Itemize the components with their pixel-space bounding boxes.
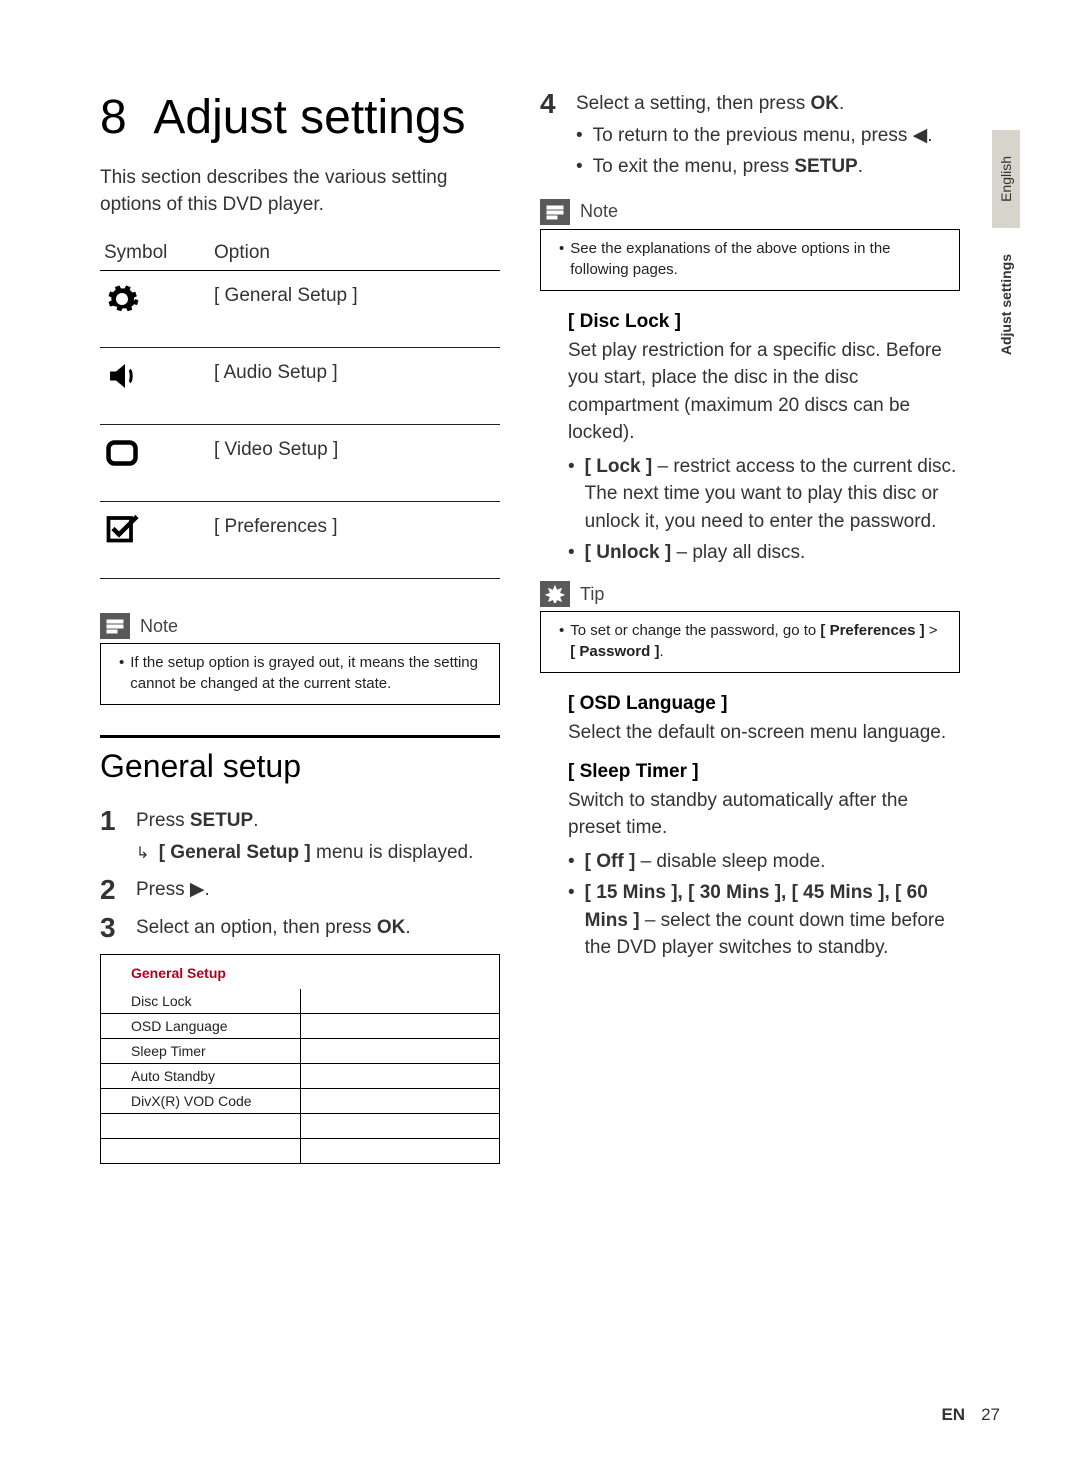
footer-lang: EN [941,1405,965,1424]
menu-screenshot: General Setup Disc Lock OSD Language Sle… [100,954,500,1164]
screen-icon [104,455,140,476]
menu-item: DivX(R) VOD Code [101,1089,300,1114]
table-row: [ Preferences ] [100,502,500,579]
speaker-icon [104,378,140,399]
tip-bold: [ Preferences ] [820,622,924,639]
note-label: Note [580,201,618,222]
option-cell: [ Video Setup ] [210,425,500,502]
tip-text: > [925,622,938,639]
option-title: [ Sleep Timer ] [568,761,960,783]
table-row: [ General Setup ] [100,271,500,348]
side-section: Adjust settings [992,246,1020,363]
step-bold: OK [377,917,406,938]
th-symbol: Symbol [100,236,210,271]
option-title: [ OSD Language ] [568,693,960,715]
bullet-item: •[ Unlock ] – play all discs. [568,539,960,567]
step-bold: OK [810,93,839,114]
step-text: To return to the previous menu, press [593,125,913,146]
option-cell: [ Preferences ] [210,502,500,579]
option-cell: [ Audio Setup ] [210,348,500,425]
bullet-item: •[ Off ] – disable sleep mode. [568,848,960,876]
step-text: To exit the menu, press [593,156,795,177]
step-text: Select an option, then press [136,917,377,938]
th-option: Option [210,236,500,271]
menu-title: General Setup [101,955,499,989]
page-footer: EN 27 [941,1405,1000,1425]
bullet-item: •[ 15 Mins ], [ 30 Mins ], [ 45 Mins ], … [568,879,960,962]
table-row: [ Audio Setup ] [100,348,500,425]
opt-bold: [ Off ] [585,851,636,872]
opt-bold: [ Lock ] [585,456,653,477]
note-text: If the setup option is grayed out, it me… [130,652,485,694]
bullet-item: •[ Lock ] – restrict access to the curre… [568,453,960,536]
step-bold: SETUP [794,156,857,177]
symbol-option-table: Symbol Option [ General Setup ] [ Audio … [100,236,500,579]
step-3: 3 Select an option, then press OK. [100,914,500,942]
step-bold: SETUP [190,810,253,831]
step-text: Select a setting, then press [576,93,810,114]
side-tab: English Adjust settings [992,130,1020,363]
section-rule [100,735,500,738]
step-text: Press [136,810,190,831]
opt-text: – play all discs. [671,542,805,563]
intro-text: This section describes the various setti… [100,165,500,218]
option-title: [ Disc Lock ] [568,311,960,333]
tip-icon [540,581,570,607]
tip-box: Tip •To set or change the password, go t… [540,577,960,673]
menu-item: Auto Standby [101,1064,300,1089]
note-label: Note [140,616,178,637]
menu-item [101,1114,300,1139]
chapter-title: Adjust settings [153,91,465,144]
tip-text: To set or change the password, go to [570,622,820,639]
note-box: Note •If the setup option is grayed out,… [100,609,500,705]
table-row: [ Video Setup ] [100,425,500,502]
steps-list: 1 Press SETUP. ↳ [ General Setup ] menu … [100,807,500,942]
gear-icon [104,301,140,322]
step-4: 4 Select a setting, then press OK. •To r… [540,90,960,185]
section-heading: General setup [100,748,500,785]
opt-bold: [ Unlock ] [585,542,672,563]
footer-page: 27 [981,1405,1000,1424]
left-triangle-icon: ◀ [913,122,928,150]
note-box: Note •See the explanations of the above … [540,195,960,291]
menu-item: Disc Lock [101,989,300,1014]
checkbox-icon [104,532,140,553]
note-icon [100,613,130,639]
tip-bold: [ Password ] [570,643,659,660]
opt-text: – disable sleep mode. [635,851,825,872]
menu-item: OSD Language [101,1014,300,1039]
step-1: 1 Press SETUP. ↳ [ General Setup ] menu … [100,807,500,866]
opt-text: – select the count down time before the … [585,910,945,959]
chapter-number: 8 [100,91,127,144]
option-cell: [ General Setup ] [210,271,500,348]
tip-text: . [659,643,663,660]
steps-list-cont: 4 Select a setting, then press OK. •To r… [540,90,960,185]
menu-item: Sleep Timer [101,1039,300,1064]
note-text: See the explanations of the above option… [570,238,945,280]
step-text: menu is displayed. [311,842,474,863]
side-language: English [992,130,1020,228]
step-text: Press [136,879,190,900]
menu-item [101,1139,300,1164]
page-title: 8 Adjust settings [100,90,500,145]
tip-label: Tip [580,584,604,605]
option-desc: Set play restriction for a specific disc… [568,337,960,447]
option-desc: Select the default on-screen menu langua… [568,719,960,747]
step-bold: [ General Setup ] [159,842,311,863]
right-triangle-icon: ▶ [190,876,205,904]
note-icon [540,199,570,225]
option-desc: Switch to standby automatically after th… [568,787,960,842]
step-2: 2 Press ▶. [100,876,500,904]
